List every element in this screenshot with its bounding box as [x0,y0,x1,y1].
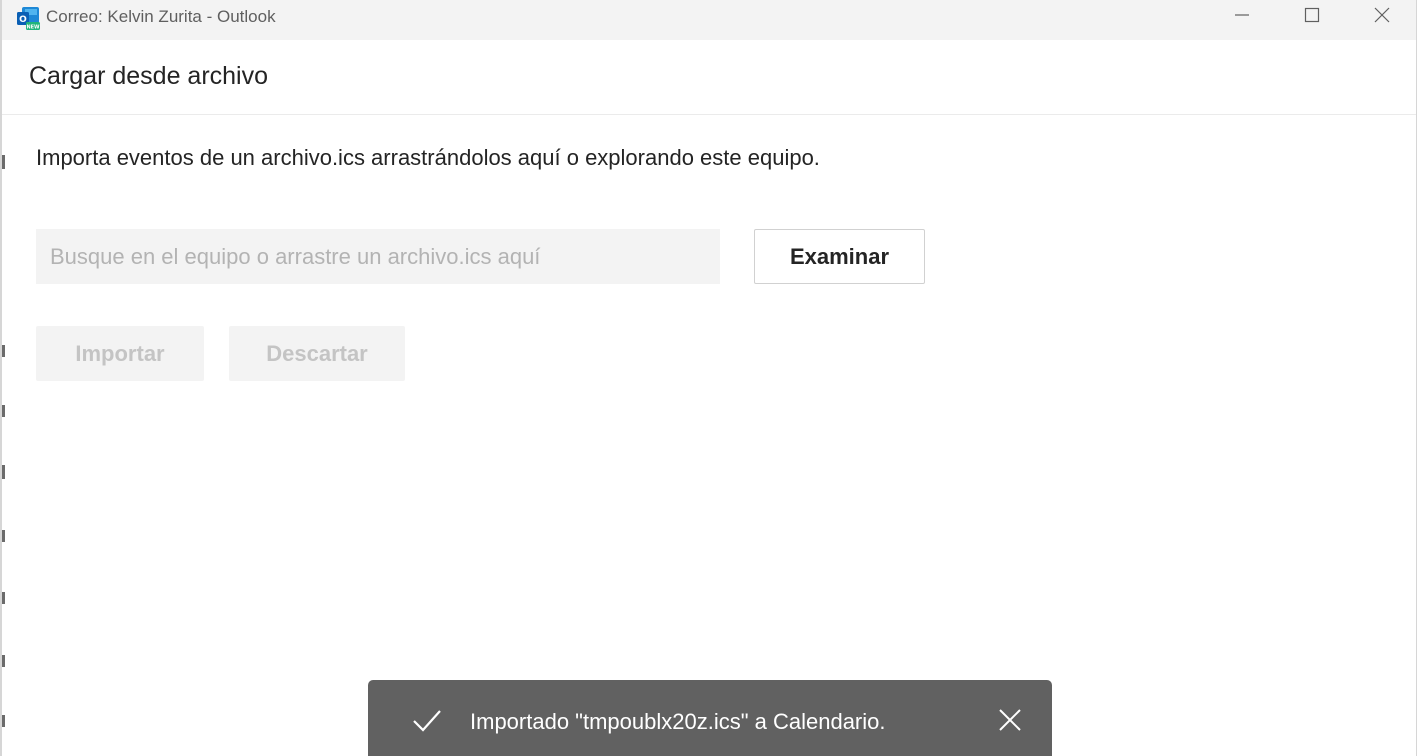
import-button[interactable]: Importar [36,326,204,381]
checkmark-icon [412,708,442,734]
maximize-icon [1304,7,1320,27]
file-path-input[interactable] [36,229,720,284]
window-title: Correo: Kelvin Zurita - Outlook [46,7,276,26]
dialog-title: Cargar desde archivo [29,62,269,90]
browse-button[interactable]: Examinar [754,229,925,284]
close-icon[interactable] [998,708,1022,732]
toast-message: Importado "tmpoublx20z.ics" a Calendario… [470,709,886,734]
outlook-window: O NEW Correo: Kelvin Zurita - Outlook Ca… [0,0,1417,756]
close-window-button[interactable] [1348,0,1416,34]
outlook-new-icon: O NEW [16,6,41,31]
minimize-icon [1234,7,1250,27]
close-icon [1374,7,1390,27]
minimize-button[interactable] [1208,0,1276,34]
title-bar[interactable]: O NEW Correo: Kelvin Zurita - Outlook [2,0,1416,40]
maximize-button[interactable] [1278,0,1346,34]
svg-text:O: O [19,15,27,25]
svg-text:NEW: NEW [26,25,40,31]
dialog-header: Cargar desde archivo [2,40,1416,115]
import-instructions: Importa eventos de un archivo.ics arrast… [36,145,820,170]
import-success-toast: Importado "tmpoublx20z.ics" a Calendario… [368,680,1052,756]
discard-button[interactable]: Descartar [229,326,405,381]
